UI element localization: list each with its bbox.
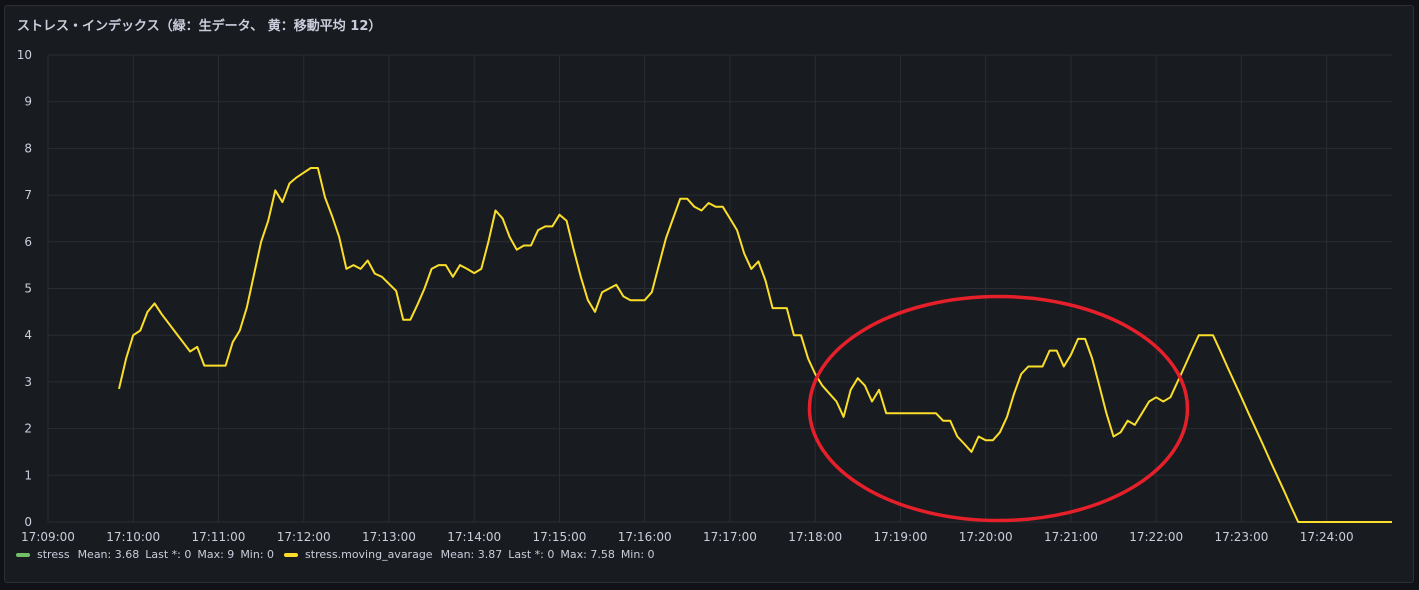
legend-series-name: stress xyxy=(37,548,70,561)
x-axis: 17:09:00 17:10:00 17:11:00 17:12:00 17:13:00… xyxy=(21,530,1354,544)
x-tick-label: 17:13:00 xyxy=(362,530,416,544)
legend-stat-last: Last *: 0 xyxy=(508,548,555,561)
x-tick-label: 17:20:00 xyxy=(959,530,1013,544)
legend-stat-max: Max: 9 xyxy=(197,548,235,561)
legend-stat-max: Max: 7.58 xyxy=(560,548,615,561)
y-tick-label: 3 xyxy=(24,375,32,389)
y-tick-label: 8 xyxy=(24,141,32,155)
chart-legend: stress Mean: 3.68 Last *: 0 Max: 9 Min: … xyxy=(16,548,665,561)
legend-stat-mean: Mean: 3.68 xyxy=(77,548,140,561)
series-line-moving-average[interactable] xyxy=(118,167,1392,523)
chart-grid xyxy=(47,54,1392,523)
legend-stat-min: Min: 0 xyxy=(240,548,275,561)
y-tick-label: 2 xyxy=(24,422,32,436)
y-axis: 0 1 2 3 4 5 6 7 8 9 10 xyxy=(17,48,32,529)
legend-series-name: stress.moving_avarage xyxy=(305,548,433,561)
y-tick-label: 7 xyxy=(24,188,32,202)
x-tick-label: 17:10:00 xyxy=(106,530,160,544)
legend-stat-last: Last *: 0 xyxy=(145,548,192,561)
y-tick-label: 6 xyxy=(24,235,32,249)
y-tick-label: 4 xyxy=(24,328,32,342)
y-tick-label: 0 xyxy=(24,515,32,529)
legend-item-stress[interactable]: stress Mean: 3.68 Last *: 0 Max: 9 Min: … xyxy=(16,548,274,561)
line-chart[interactable]: 012345678910 17:09:00 17:10:00 17:11:00 17:… xyxy=(0,0,1419,590)
x-tick-label: 17:18:00 xyxy=(788,530,842,544)
legend-stat-min: Min: 0 xyxy=(620,548,655,561)
legend-swatch-moving-average xyxy=(284,552,299,557)
x-tick-label: 17:16:00 xyxy=(618,530,672,544)
x-tick-label: 17:12:00 xyxy=(277,530,331,544)
x-tick-label: 17:23:00 xyxy=(1214,530,1268,544)
x-tick-label: 17:22:00 xyxy=(1129,530,1183,544)
annotation-ellipse xyxy=(807,294,1190,523)
x-tick-label: 17:14:00 xyxy=(447,530,501,544)
y-tick-label: 10 xyxy=(17,48,32,62)
x-tick-label: 17:11:00 xyxy=(192,530,246,544)
y-tick-label: 1 xyxy=(24,468,32,482)
annotation-layer xyxy=(807,294,1190,523)
x-tick-label: 17:21:00 xyxy=(1044,530,1098,544)
y-tick-label: 9 xyxy=(24,95,32,109)
x-tick-label: 17:09:00 xyxy=(21,530,75,544)
x-tick-label: 17:19:00 xyxy=(873,530,927,544)
x-tick-label: 17:17:00 xyxy=(703,530,757,544)
x-tick-label: 17:24:00 xyxy=(1300,530,1354,544)
x-tick-label: 17:15:00 xyxy=(533,530,587,544)
chart-series[interactable] xyxy=(118,167,1392,523)
y-tick-label: 5 xyxy=(24,282,32,296)
legend-swatch-stress xyxy=(16,552,30,557)
legend-stat-mean: Mean: 3.87 xyxy=(440,548,503,561)
legend-item-moving-average[interactable]: stress.moving_avarage Mean: 3.87 Last *:… xyxy=(284,548,655,561)
